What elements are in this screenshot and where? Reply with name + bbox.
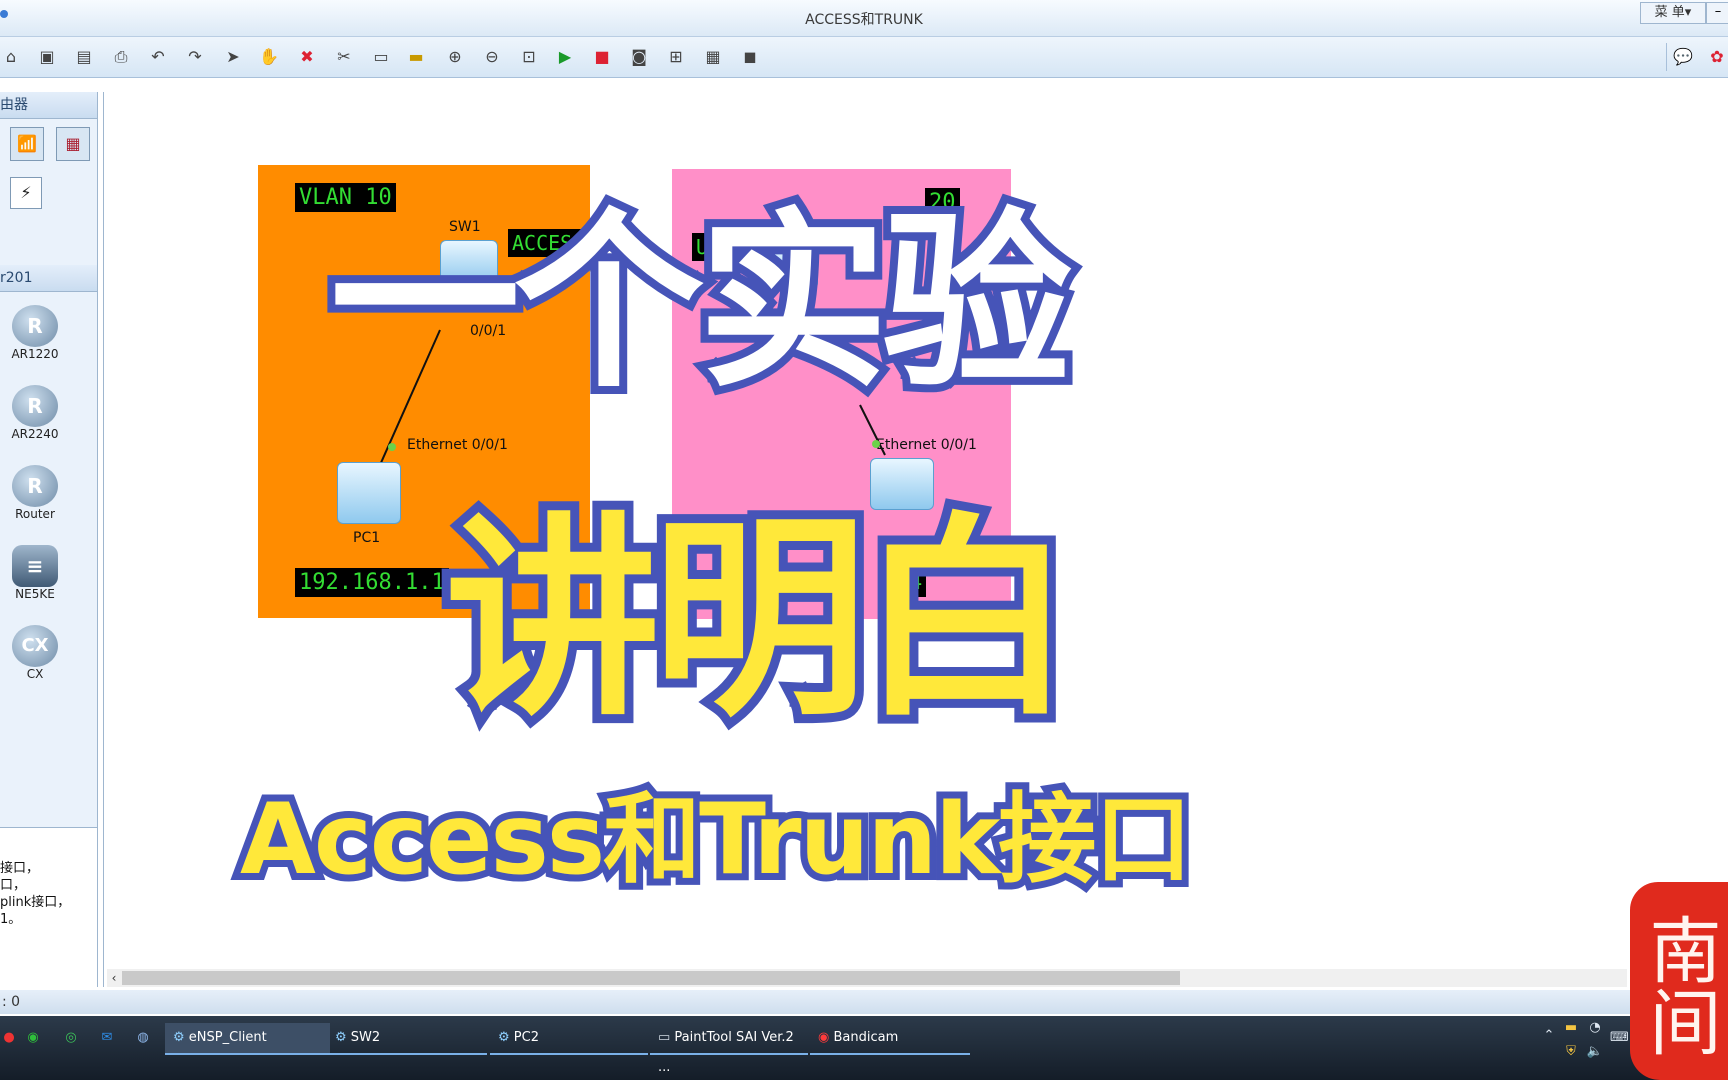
overlay-title-line1: 一个实验 <box>322 184 1080 421</box>
scroll-left-icon[interactable]: ‹ <box>107 969 121 987</box>
browser-icon[interactable]: ◎ <box>62 1030 80 1048</box>
taskbar: ● ◉ ◎ ✉ ◍ ⚙ eNSP_Client ⚙ SW2 ⚙ PC2 ▭ Pa… <box>0 1016 1728 1080</box>
task-sw2[interactable]: ⚙ SW2 <box>327 1023 487 1055</box>
show-hidden-icons-icon[interactable]: ⌃ <box>1540 1028 1558 1046</box>
scrollbar-thumb[interactable] <box>122 971 1180 985</box>
status-bar: : 0 <box>0 990 1728 1014</box>
keyboard-icon[interactable]: ⌨ <box>1610 1030 1629 1048</box>
task-painttool-sai[interactable]: ▭ PaintTool SAI Ver.2 ... <box>650 1023 808 1075</box>
chrome-icon[interactable]: ◍ <box>134 1030 152 1048</box>
ensp-icon: ⚙ <box>173 1030 189 1045</box>
overlay-title-line2: 讲明白 <box>436 485 1083 754</box>
volume-icon[interactable]: 🔈 <box>1586 1044 1604 1062</box>
shield-icon[interactable]: ⛨ <box>1562 1044 1580 1062</box>
record-icon: ◉ <box>818 1030 834 1045</box>
folder-tray-icon[interactable]: ▬ <box>1562 1020 1580 1038</box>
pc1-icon[interactable] <box>337 462 401 524</box>
seal-text: 南间 <box>1637 913 1721 1057</box>
task-label: Bandicam <box>833 1030 899 1045</box>
task-ensp-client[interactable]: ⚙ eNSP_Client <box>165 1023 330 1055</box>
task-label: PaintTool SAI Ver.2 ... <box>658 1030 794 1075</box>
ensp-icon: ⚙ <box>498 1030 514 1045</box>
network-icon[interactable]: ◔ <box>1586 1020 1604 1038</box>
seal-stamp: 南间 <box>1630 882 1728 1080</box>
task-bandicam[interactable]: ◉ Bandicam <box>810 1023 970 1055</box>
task-label: PC2 <box>513 1030 539 1045</box>
port-dot <box>388 443 396 451</box>
task-label: SW2 <box>350 1030 381 1045</box>
ensp-icon: ⚙ <box>335 1030 351 1045</box>
start-orb-icon[interactable]: ● <box>0 1030 18 1048</box>
sai-icon: ▭ <box>658 1030 675 1045</box>
task-pc2[interactable]: ⚙ PC2 <box>490 1023 648 1055</box>
mail-icon[interactable]: ✉ <box>98 1030 116 1048</box>
task-label: eNSP_Client <box>188 1030 267 1045</box>
status-text: : 0 <box>2 994 21 1010</box>
wechat-icon[interactable]: ◉ <box>24 1030 42 1048</box>
overlay-title-line3: Access和Trunk接口 <box>233 776 1199 904</box>
